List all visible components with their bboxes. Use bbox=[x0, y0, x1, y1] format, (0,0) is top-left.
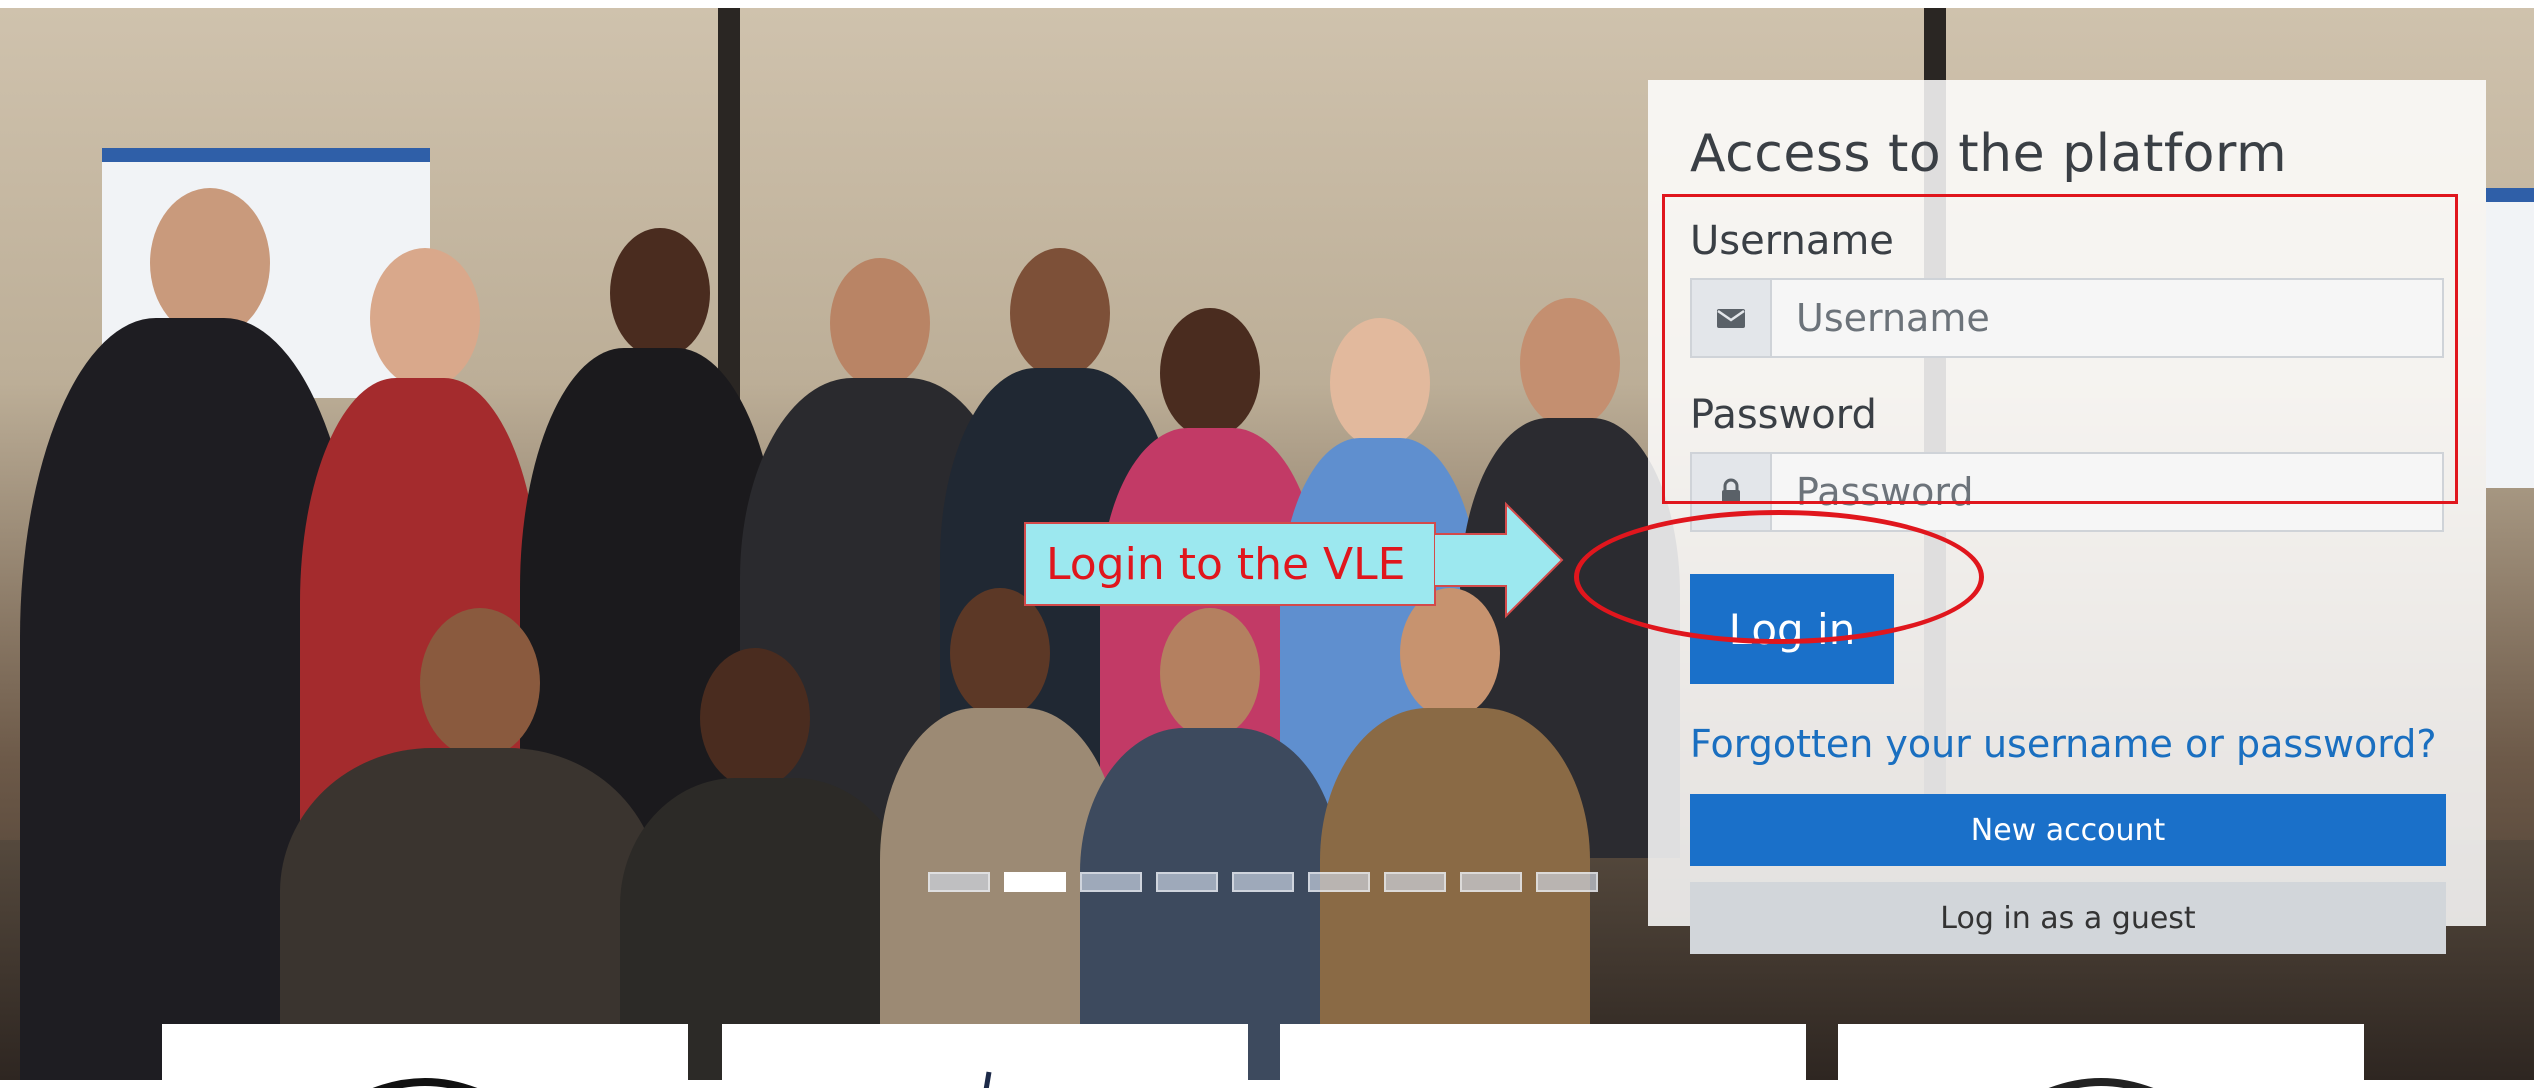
annotation-callout: Login to the VLE bbox=[1024, 522, 1436, 606]
password-input[interactable] bbox=[1772, 454, 2442, 530]
login-button[interactable]: Log in bbox=[1690, 574, 1894, 684]
callout-arrow-icon bbox=[1434, 501, 1564, 619]
feature-tile[interactable] bbox=[162, 1024, 688, 1088]
envelope-icon bbox=[1692, 280, 1772, 356]
carousel-indicator[interactable] bbox=[1384, 872, 1446, 892]
feature-tile[interactable] bbox=[1280, 1024, 1806, 1088]
login-card: Access to the platform Username Password… bbox=[1648, 80, 2486, 954]
password-input-group bbox=[1690, 452, 2444, 532]
carousel-indicators bbox=[928, 872, 1598, 892]
forgot-credentials-link[interactable]: Forgotten your username or password? bbox=[1690, 722, 2444, 766]
background-banner bbox=[2486, 188, 2534, 488]
carousel-indicator[interactable] bbox=[1308, 872, 1370, 892]
carousel-indicator[interactable] bbox=[1156, 872, 1218, 892]
username-input[interactable] bbox=[1772, 280, 2442, 356]
carousel-indicator-active[interactable] bbox=[1004, 872, 1066, 892]
tile-logo-icon bbox=[1498, 1068, 1588, 1088]
password-label: Password bbox=[1690, 392, 1877, 438]
carousel-indicator[interactable] bbox=[1080, 872, 1142, 892]
tile-logo-icon bbox=[983, 1071, 992, 1088]
carousel-indicator[interactable] bbox=[1536, 872, 1598, 892]
guest-login-button[interactable]: Log in as a guest bbox=[1690, 882, 2446, 954]
tile-logo-icon bbox=[372, 1078, 478, 1088]
carousel-indicator[interactable] bbox=[1232, 872, 1294, 892]
carousel-indicator[interactable] bbox=[1460, 872, 1522, 892]
username-input-group bbox=[1690, 278, 2444, 358]
login-title: Access to the platform bbox=[1690, 124, 2288, 184]
tile-logo-icon bbox=[2048, 1078, 2154, 1088]
username-label: Username bbox=[1690, 218, 1894, 264]
carousel-indicator[interactable] bbox=[928, 872, 990, 892]
lock-icon bbox=[1692, 454, 1772, 530]
new-account-button[interactable]: New account bbox=[1690, 794, 2446, 866]
feature-tile[interactable] bbox=[722, 1024, 1248, 1088]
feature-tile[interactable] bbox=[1838, 1024, 2364, 1088]
